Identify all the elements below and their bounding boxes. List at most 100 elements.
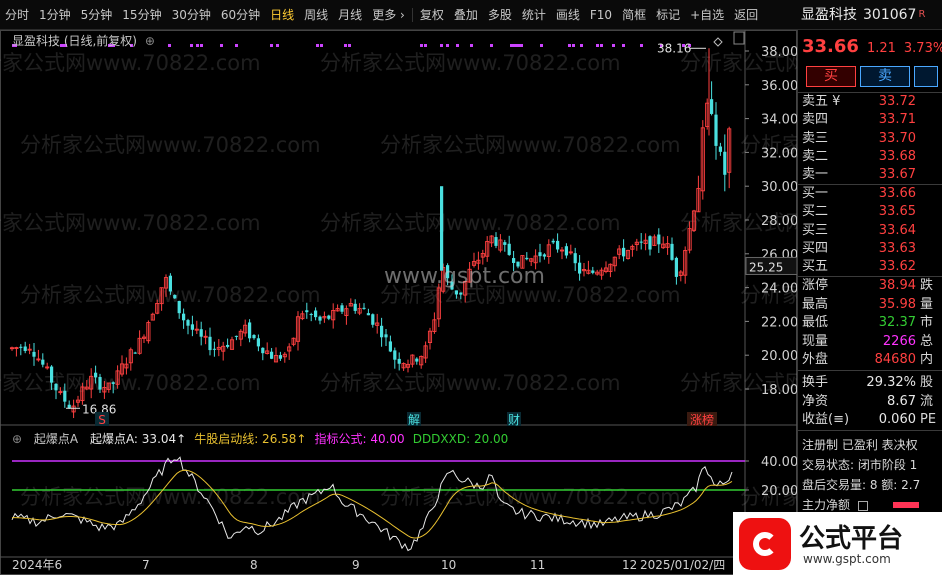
candle-body <box>503 242 507 245</box>
candle-body <box>212 348 216 350</box>
bid-label: 买四 <box>802 240 829 256</box>
candle-body <box>525 257 529 260</box>
toolbar-item[interactable]: 叠加 <box>449 0 483 30</box>
bid-row[interactable]: 买一 33.66 <box>798 185 942 203</box>
chart-area[interactable]: 分析家公式网www.70822.com 分析家公式网www.70822.com 分析… <box>0 30 797 575</box>
candle-body <box>648 236 652 250</box>
stock-tag: R <box>918 9 926 20</box>
more-trade-button[interactable] <box>914 66 938 87</box>
toolbar-item[interactable]: 5分钟 <box>76 0 118 30</box>
toolbar-item[interactable]: 60分钟 <box>216 0 265 30</box>
chart-header: 显盈科技 (日线,前复权) ⊕ <box>12 32 155 49</box>
candle-body <box>41 359 45 365</box>
toolbar-item[interactable]: 多股 <box>483 0 517 30</box>
stock-title: 显盈科技 301067 R <box>801 0 925 30</box>
x-axis-label: 12 <box>622 558 637 572</box>
candle-body <box>208 336 212 351</box>
candle-body <box>98 376 102 390</box>
info-line-1: 注册制 已盈利 表决权 <box>802 438 918 452</box>
candle-body <box>591 270 595 273</box>
bid-row[interactable]: 买二 33.65 <box>798 203 942 221</box>
ask-row[interactable]: 卖二 33.68 <box>798 148 942 166</box>
signal-dot <box>580 44 583 47</box>
quote-label: 换手 <box>802 375 829 390</box>
toolbar-item[interactable]: 标记 <box>651 0 685 30</box>
toolbar-item[interactable]: 更多 › <box>367 0 410 30</box>
quote-label-2: PE <box>920 412 937 427</box>
netflow-icon[interactable] <box>857 500 868 511</box>
bid-row[interactable]: 买四 33.63 <box>798 240 942 258</box>
quote-label: 涨停 <box>802 278 829 293</box>
ask-row[interactable]: 卖三 33.70 <box>798 130 942 148</box>
signal-dot <box>622 44 625 47</box>
candle-body <box>384 334 388 338</box>
kline-chart[interactable]: 分析家公式网www.70822.com 分析家公式网www.70822.com 分析… <box>0 30 797 575</box>
price-value: 33.66 <box>802 36 859 57</box>
candle-body <box>670 243 674 260</box>
high-label: 38.16 <box>657 41 691 55</box>
toolbar-item[interactable]: 返回 <box>729 0 763 30</box>
ask-label: 卖一 <box>802 167 829 183</box>
indicator-name[interactable]: 起爆点A <box>34 432 78 446</box>
event-label: 涨榜 <box>690 412 714 427</box>
toolbar: 分时 1分钟 5分钟 15分钟 30分钟 60分钟 日线 周线 月线 更多 › 复权 叠加 多股 统计 画线… <box>0 0 942 30</box>
candle-body <box>226 344 230 347</box>
info-line-4: 主力净额 <box>802 496 872 513</box>
period-tabs: 分时 1分钟 5分钟 15分钟 30分钟 60分钟 日线 周线 月线 更多 › 复权 叠加 多股 统计 画线… <box>0 0 763 29</box>
candle-body <box>270 351 274 359</box>
candle-body <box>50 366 54 383</box>
ask-label: 卖五 ¥ <box>802 94 841 109</box>
bid-price: 33.64 <box>878 222 916 238</box>
toolbar-item[interactable]: 日线 <box>265 0 299 30</box>
toolbar-item[interactable]: 分时 <box>0 0 34 30</box>
buy-button[interactable]: 买 <box>806 66 856 87</box>
toolbar-item[interactable]: F10 <box>585 0 617 30</box>
signal-dot <box>344 44 347 47</box>
toolbar-item[interactable]: 统计 <box>517 0 551 30</box>
toolbar-item[interactable]: 月线 <box>333 0 367 30</box>
quote-label: 最低 <box>802 315 829 330</box>
toolbar-item[interactable]: 1分钟 <box>34 0 76 30</box>
indicator-tick-label: 40.00 <box>761 455 797 470</box>
candle-body <box>199 329 203 337</box>
sell-button[interactable]: 卖 <box>860 66 910 87</box>
signal-dot <box>316 44 319 47</box>
quote-label: 现量 <box>802 333 829 349</box>
watermark-text: 分析家公式网www.70822.com <box>0 371 261 395</box>
chart-options-icon[interactable]: ⊕ <box>145 34 155 48</box>
toolbar-item[interactable]: 简框 <box>617 0 651 30</box>
candle-body <box>133 352 137 354</box>
current-price-label: 25.25 <box>749 260 783 274</box>
quote-value: 38.94 <box>878 278 916 293</box>
indicator-settings-icon[interactable]: ⊕ <box>12 432 22 446</box>
signal-dot <box>270 44 273 47</box>
candle-body <box>397 358 401 364</box>
bid-row[interactable]: 买三 33.64 <box>798 222 942 240</box>
toolbar-item[interactable]: 复权 <box>415 0 449 30</box>
ask-row[interactable]: 卖四 33.71 <box>798 111 942 129</box>
candle-body <box>573 253 577 264</box>
toolbar-item[interactable]: 画线 <box>551 0 585 30</box>
toolbar-item[interactable]: 15分钟 <box>117 0 166 30</box>
quote-value: 2266 <box>882 333 916 349</box>
toolbar-item[interactable]: 30分钟 <box>167 0 216 30</box>
quote-row: 最低 32.37 市 <box>798 314 942 332</box>
watermark-text: 分析家公式网www.70822.com <box>320 211 621 235</box>
ask-row[interactable]: 卖五 ¥ 33.72 <box>798 93 942 111</box>
candle-body <box>393 350 397 360</box>
toolbar-item[interactable]: +自选 <box>685 0 729 30</box>
ask-row[interactable]: 卖一 33.67 <box>798 166 942 184</box>
x-axis-label: 8 <box>250 558 258 572</box>
toolbar-item[interactable]: 周线 <box>299 0 333 30</box>
candle-body <box>551 240 555 243</box>
candle-body <box>674 257 678 277</box>
price-change: 1.21 <box>866 41 896 56</box>
bid-row[interactable]: 买五 33.62 <box>798 258 942 276</box>
candle-body <box>261 347 265 354</box>
candle-body <box>454 290 458 295</box>
x-axis-label: 10 <box>441 558 456 572</box>
quote-value: 84680 <box>874 352 916 367</box>
candle-body <box>248 322 252 339</box>
candle-body <box>67 404 71 409</box>
signal-dot <box>196 44 199 47</box>
